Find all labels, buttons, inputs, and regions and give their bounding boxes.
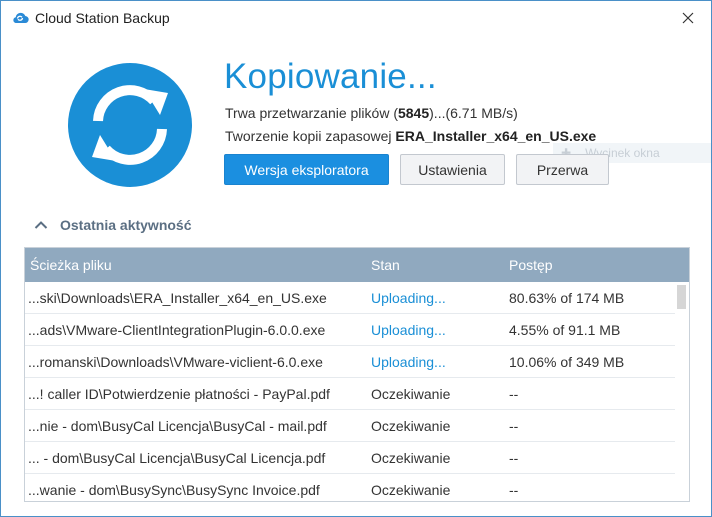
settings-button[interactable]: Ustawienia (400, 154, 505, 185)
app-window: Cloud Station Backup Kopiowanie... Trwa … (0, 0, 712, 517)
file-progress: -- (509, 386, 519, 402)
file-state: Oczekiwanie (371, 418, 451, 434)
backup-status: Tworzenie kopii zapasowej ERA_Installer_… (225, 128, 596, 144)
file-path: ...ski\Downloads\ERA_Installer_x64_en_US… (28, 290, 327, 306)
file-state: Uploading... (371, 290, 446, 306)
file-progress: 10.06% of 349 MB (509, 354, 625, 370)
status-heading: Kopiowanie... (224, 57, 437, 96)
table-row[interactable]: ...! caller ID\Potwierdzenie płatności -… (25, 378, 675, 410)
file-state: Oczekiwanie (371, 386, 451, 402)
file-progress: 4.55% of 91.1 MB (509, 322, 621, 338)
window-title: Cloud Station Backup (35, 10, 170, 26)
file-state: Uploading... (371, 322, 446, 338)
table-scrollbar[interactable] (675, 282, 689, 501)
close-button[interactable] (665, 1, 711, 35)
table-row[interactable]: ...nie - dom\BusyCal Licencja\BusyCal - … (25, 410, 675, 442)
backup-prefix: Tworzenie kopii zapasowej (225, 128, 396, 144)
recent-activity-label: Ostatnia aktywność (60, 217, 192, 233)
processing-suffix: )...(6.71 MB/s) (429, 105, 518, 121)
file-state: Oczekiwanie (371, 450, 451, 466)
table-body: ...ski\Downloads\ERA_Installer_x64_en_US… (25, 282, 675, 501)
processing-status: Trwa przetwarzanie plików (5845)...(6.71… (225, 105, 518, 121)
table-row[interactable]: ...ads\VMware-ClientIntegrationPlugin-6.… (25, 314, 675, 346)
file-progress: -- (509, 450, 519, 466)
file-progress: -- (509, 482, 519, 498)
file-state: Oczekiwanie (371, 482, 451, 498)
backup-file: ERA_Installer_x64_en_US.exe (395, 128, 597, 144)
title-bar[interactable]: Cloud Station Backup (1, 1, 711, 35)
explorer-view-button[interactable]: Wersja eksploratora (224, 154, 389, 185)
file-progress: 80.63% of 174 MB (509, 290, 625, 306)
sync-icon (68, 63, 192, 187)
file-path: ...nie - dom\BusyCal Licencja\BusyCal - … (28, 418, 327, 434)
column-header-path[interactable]: Ścieżka pliku (30, 257, 112, 273)
processing-prefix: Trwa przetwarzanie plików ( (225, 105, 398, 121)
activity-table: Ścieżka pliku Stan Postęp ...ski\Downloa… (24, 247, 690, 502)
table-row[interactable]: ... - dom\BusyCal Licencja\BusyCal Licen… (25, 442, 675, 474)
file-progress: -- (509, 418, 519, 434)
table-row[interactable]: ...ski\Downloads\ERA_Installer_x64_en_US… (25, 282, 675, 314)
table-row[interactable]: ...wanie - dom\BusySync\BusySync Invoice… (25, 474, 675, 501)
recent-activity-toggle[interactable]: Ostatnia aktywność (34, 217, 192, 233)
close-icon (682, 12, 694, 24)
column-header-progress[interactable]: Postęp (509, 257, 553, 273)
cloud-icon (11, 10, 29, 24)
file-state: Uploading... (371, 354, 446, 370)
table-row[interactable]: ...romanski\Downloads\VMware-viclient-6.… (25, 346, 675, 378)
file-path: ...romanski\Downloads\VMware-viclient-6.… (28, 354, 323, 370)
scrollbar-thumb[interactable] (677, 285, 686, 309)
file-path: ... - dom\BusyCal Licencja\BusyCal Licen… (28, 450, 326, 466)
chevron-up-icon (34, 221, 48, 229)
file-path: ...ads\VMware-ClientIntegrationPlugin-6.… (28, 322, 326, 338)
file-path: ...! caller ID\Potwierdzenie płatności -… (28, 386, 330, 402)
column-header-state[interactable]: Stan (371, 257, 400, 273)
processing-count: 5845 (397, 105, 430, 121)
table-header: Ścieżka pliku Stan Postęp (25, 248, 689, 282)
file-path: ...wanie - dom\BusySync\BusySync Invoice… (28, 482, 320, 498)
pause-button[interactable]: Przerwa (516, 154, 609, 185)
